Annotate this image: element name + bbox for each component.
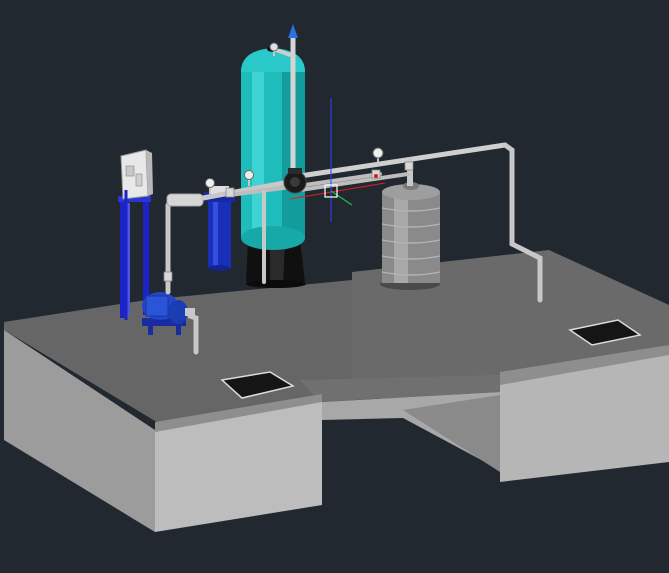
- pump-foot: [176, 325, 181, 335]
- cartridge-body: [208, 200, 231, 268]
- control-panel-assembly[interactable]: [118, 149, 153, 320]
- panel-indicator: [135, 173, 143, 187]
- cad-3d-viewport[interactable]: [0, 0, 669, 573]
- vessel-bottom-dome: [241, 226, 305, 250]
- concrete-base: [4, 250, 669, 532]
- valve[interactable]: [225, 187, 235, 198]
- valve-handle: [374, 174, 378, 178]
- cartridge-highlight: [213, 200, 218, 268]
- model-drawing: [4, 24, 669, 532]
- prefilter-canister: [166, 193, 204, 207]
- vessel-skirt-foot: [246, 280, 306, 288]
- filter-vessel[interactable]: [241, 46, 306, 288]
- pump-motor-fins: [145, 295, 169, 317]
- tank-highlight: [394, 193, 408, 283]
- arrow-up-icon: [288, 24, 298, 38]
- ucs-axis-y: [330, 190, 353, 206]
- tank-body: [382, 193, 440, 283]
- valve[interactable]: [404, 161, 414, 171]
- panel-indicator: [125, 165, 135, 177]
- pump-foot: [148, 325, 153, 335]
- cartridge-bottom: [208, 265, 230, 271]
- valve[interactable]: [163, 271, 173, 282]
- storage-tank[interactable]: [380, 168, 441, 290]
